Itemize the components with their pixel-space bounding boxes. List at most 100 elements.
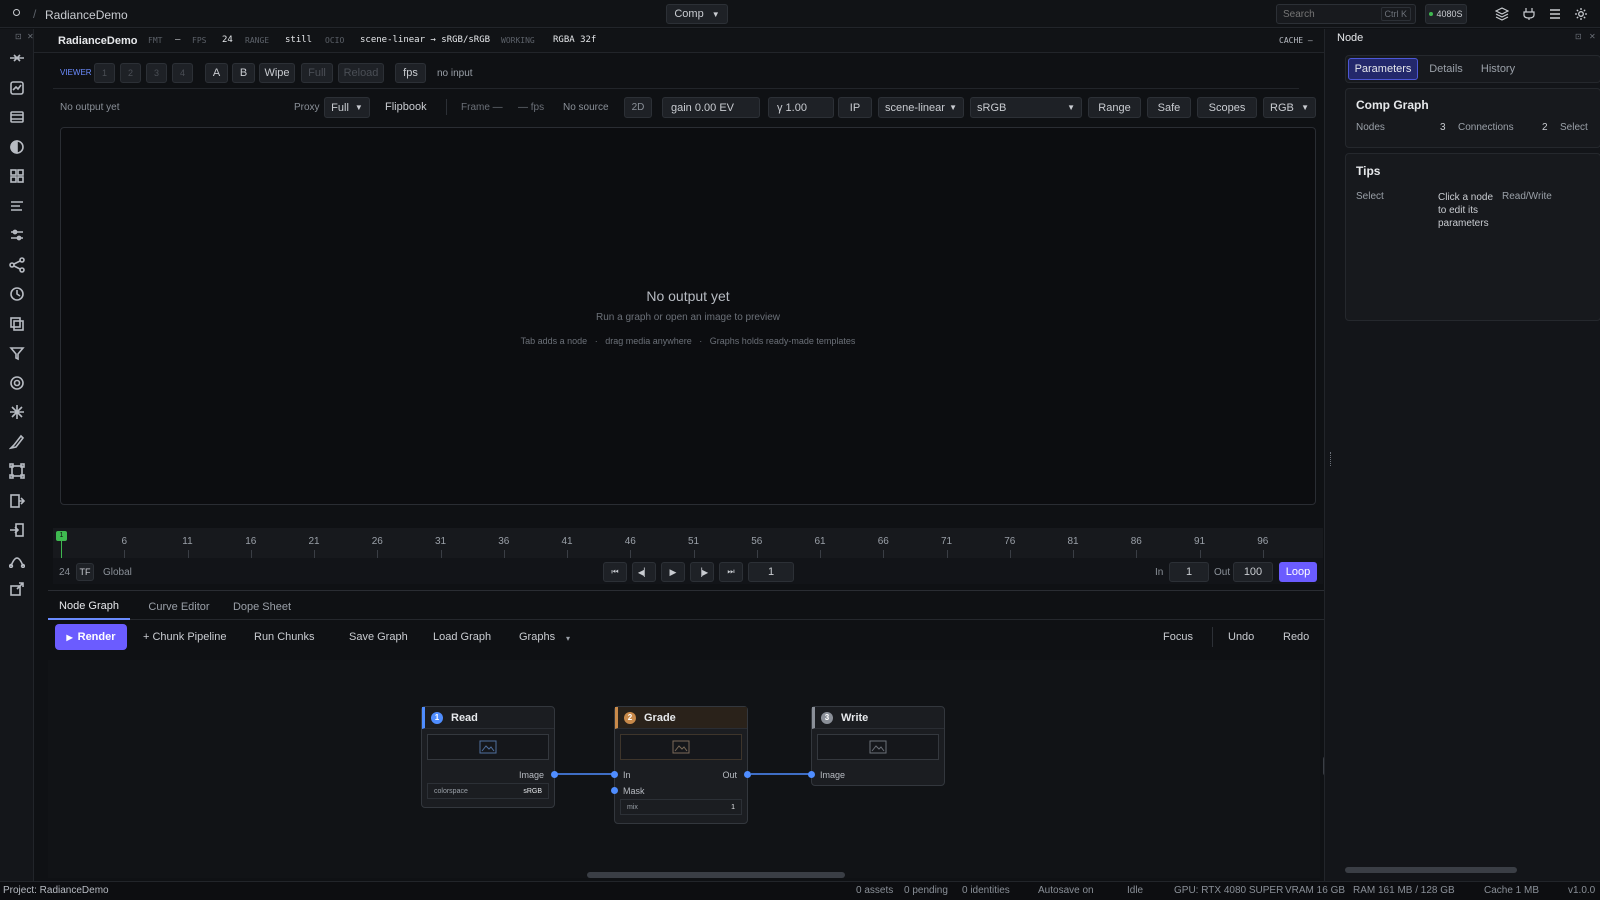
- rail-close-icon[interactable]: ✕: [27, 32, 34, 41]
- tab-node-graph[interactable]: Node Graph: [48, 594, 130, 620]
- gain-field[interactable]: gain 0.00 EV: [662, 97, 760, 118]
- sliders-tool-icon[interactable]: [6, 224, 28, 246]
- go-start-icon[interactable]: ⏮: [603, 562, 627, 582]
- tab-curve-editor[interactable]: Curve Editor: [138, 594, 220, 620]
- compare-a-button[interactable]: A: [205, 63, 228, 83]
- search-box[interactable]: Ctrl K: [1276, 4, 1416, 24]
- target-tool-icon[interactable]: [6, 372, 28, 394]
- render-button[interactable]: ▶ Render: [55, 624, 127, 650]
- app-logo-icon[interactable]: [13, 9, 20, 16]
- timeline-ruler[interactable]: 1 6 11 16 21 26 31 36 41 46 51 56 61 66 71 76 81 86 91 96: [53, 528, 1323, 558]
- search-input[interactable]: [1283, 7, 1373, 21]
- step-back-icon[interactable]: ◀▏: [632, 562, 656, 582]
- compare-b-button[interactable]: B: [232, 63, 255, 83]
- save-graph-button[interactable]: Save Graph: [349, 631, 408, 643]
- global-toggle[interactable]: Global: [103, 567, 132, 578]
- brush-tool-icon[interactable]: [6, 431, 28, 453]
- chunk-pipeline-button[interactable]: + Chunk Pipeline: [143, 631, 226, 643]
- viewer-slot-4[interactable]: 4: [172, 63, 193, 83]
- in-field[interactable]: 1: [1169, 562, 1209, 582]
- node-read-output-port[interactable]: [551, 771, 558, 778]
- node-write-input-port[interactable]: [808, 771, 815, 778]
- timeline-fps[interactable]: 24: [59, 567, 70, 578]
- list-tool-icon[interactable]: [6, 195, 28, 217]
- tab-details[interactable]: Details: [1424, 58, 1468, 80]
- focus-button[interactable]: Focus: [1163, 631, 1193, 643]
- gamma-field[interactable]: γ 1.00: [768, 97, 834, 118]
- node-read-header[interactable]: 1 Read: [422, 707, 554, 729]
- node-grade-input-port[interactable]: [611, 771, 618, 778]
- layers-icon[interactable]: [1495, 7, 1509, 21]
- project-name[interactable]: RadianceDemo: [45, 8, 128, 22]
- clock-tool-icon[interactable]: [6, 283, 28, 305]
- import-tool-icon[interactable]: [6, 519, 28, 541]
- redo-button[interactable]: Redo: [1283, 631, 1309, 643]
- viewer-tool-icon[interactable]: [6, 77, 28, 99]
- panel-resize-handle[interactable]: [1330, 452, 1332, 466]
- playhead-marker[interactable]: 1: [56, 531, 67, 541]
- channels-select[interactable]: RGB ▼: [1263, 97, 1316, 118]
- display-select[interactable]: sRGB ▼: [970, 97, 1082, 118]
- node-read-param[interactable]: colorspace sRGB: [427, 783, 549, 799]
- node-grade-output-port[interactable]: [744, 771, 751, 778]
- undo-button[interactable]: Undo: [1228, 631, 1254, 643]
- viewer-slot-1[interactable]: 1: [94, 63, 115, 83]
- filter-tool-icon[interactable]: [6, 342, 28, 364]
- step-forward-icon[interactable]: ▕▶: [690, 562, 714, 582]
- node-write-header[interactable]: 3 Write: [812, 707, 944, 729]
- graphs-menu-button[interactable]: Graphs: [519, 631, 555, 643]
- contrast-tool-icon[interactable]: [6, 136, 28, 158]
- tab-history[interactable]: History: [1474, 58, 1522, 80]
- input-colorspace-select[interactable]: scene-linear ▼: [878, 97, 964, 118]
- node-grade-header[interactable]: 2 Grade: [615, 707, 747, 729]
- reload-button[interactable]: Reload: [338, 63, 384, 83]
- menu-icon[interactable]: [1548, 7, 1562, 21]
- panel-collapse-icon[interactable]: ⊡: [1575, 32, 1582, 41]
- viewer-slot-2[interactable]: 2: [120, 63, 141, 83]
- cache-indicator[interactable]: CACHE –: [1279, 36, 1313, 45]
- flipbook-button[interactable]: Flipbook: [385, 101, 427, 113]
- gear-icon[interactable]: [1574, 7, 1588, 21]
- fps-button[interactable]: fps: [395, 63, 426, 83]
- node-grade-param[interactable]: mix 1: [620, 799, 742, 815]
- rail-collapse-icon[interactable]: ⊡: [15, 32, 22, 41]
- grid-tool-icon[interactable]: [6, 165, 28, 187]
- curve-tool-icon[interactable]: [6, 549, 28, 571]
- wipe-button[interactable]: Wipe: [259, 63, 295, 83]
- film-tool-icon[interactable]: [6, 106, 28, 128]
- out-field[interactable]: 100: [1233, 562, 1273, 582]
- proxy-select[interactable]: Full ▼: [324, 97, 370, 118]
- go-end-icon[interactable]: ⏭: [719, 562, 743, 582]
- workspace-select[interactable]: Comp ▼: [666, 4, 728, 24]
- loop-button[interactable]: Loop: [1279, 562, 1317, 582]
- node-read[interactable]: 1 Read Image colorspace sRGB: [421, 706, 558, 808]
- timeline-tool-icon[interactable]: [6, 47, 28, 69]
- safe-button[interactable]: Safe: [1147, 97, 1191, 118]
- node-write[interactable]: 3 Write Image: [808, 706, 945, 786]
- transform-tool-icon[interactable]: [6, 460, 28, 482]
- tab-dope-sheet[interactable]: Dope Sheet: [223, 594, 301, 620]
- current-frame-field[interactable]: 1: [748, 562, 794, 582]
- full-button[interactable]: Full: [301, 63, 333, 83]
- sparkle-tool-icon[interactable]: [6, 401, 28, 423]
- node-grade[interactable]: 2 Grade In Out Mask mix 1: [611, 706, 751, 824]
- node-grade-mask-port[interactable]: [611, 787, 618, 794]
- copy-tool-icon[interactable]: [6, 313, 28, 335]
- tf-button[interactable]: TF: [76, 563, 94, 581]
- open-external-tool-icon[interactable]: [6, 578, 28, 600]
- view-mode-button[interactable]: 2D: [624, 97, 652, 118]
- panel-scrollbar[interactable]: [1345, 867, 1517, 873]
- viewport[interactable]: No output yet Run a graph or open an ima…: [60, 127, 1316, 505]
- load-graph-button[interactable]: Load Graph: [433, 631, 491, 643]
- panel-close-icon[interactable]: ✕: [1589, 32, 1596, 41]
- horizontal-scrollbar[interactable]: [587, 872, 845, 878]
- range-button[interactable]: Range: [1088, 97, 1141, 118]
- plug-icon[interactable]: [1522, 7, 1536, 21]
- export-tool-icon[interactable]: [6, 490, 28, 512]
- chevron-down-icon[interactable]: ▾: [566, 634, 570, 643]
- scopes-button[interactable]: Scopes: [1197, 97, 1257, 118]
- play-icon[interactable]: ▶: [661, 562, 685, 582]
- ip-button[interactable]: IP: [838, 97, 872, 118]
- node-graph-canvas[interactable]: 1 Read Image colorspace sRGB 2 Grade In …: [48, 660, 1329, 878]
- run-chunks-button[interactable]: Run Chunks: [254, 631, 315, 643]
